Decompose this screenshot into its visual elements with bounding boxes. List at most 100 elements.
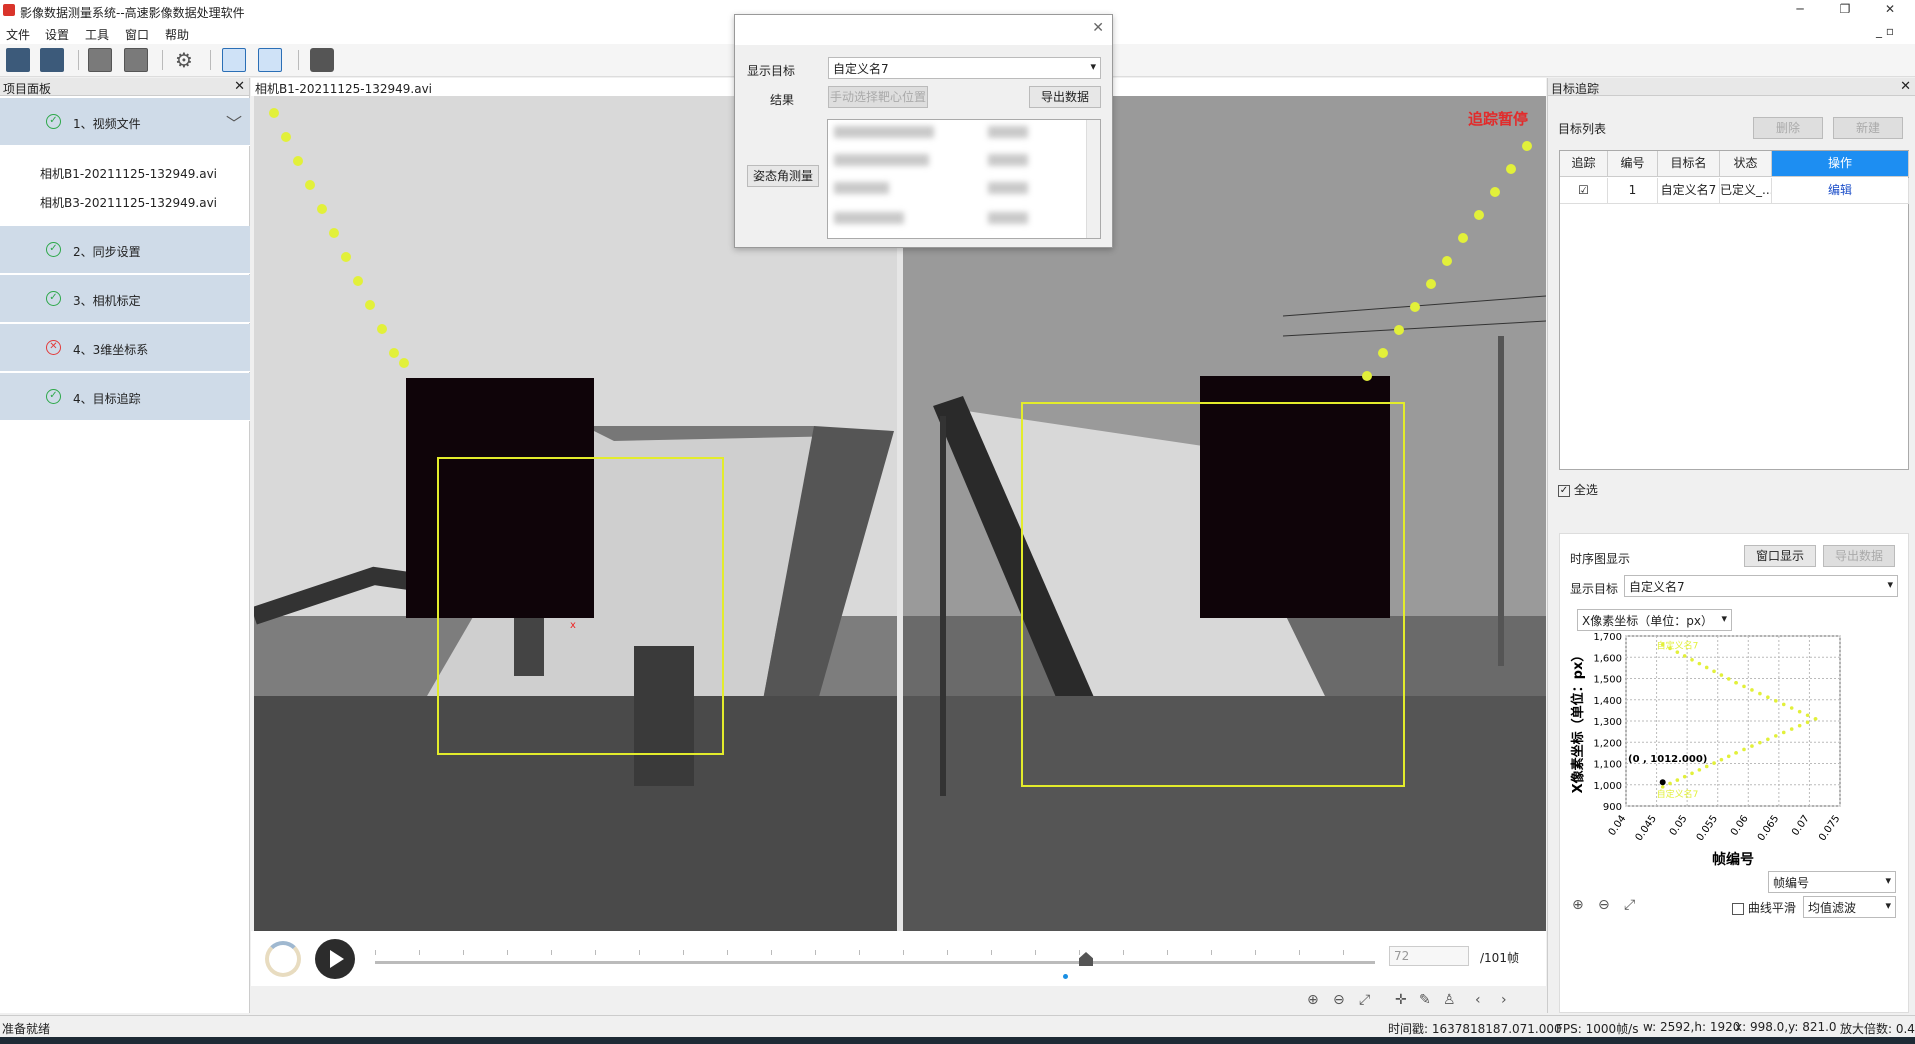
select-all-checkbox[interactable]: ✓ 全选 bbox=[1558, 481, 1598, 498]
menu-help[interactable]: 帮助 bbox=[165, 26, 189, 43]
close-icon[interactable]: ✕ bbox=[1092, 20, 1104, 36]
zoom-level: 放大倍数: 0.4 bbox=[1840, 1022, 1915, 1036]
slider-thumb[interactable] bbox=[1079, 952, 1093, 966]
column-header[interactable]: 操作 bbox=[1772, 151, 1909, 177]
edit-link[interactable]: 编辑 bbox=[1772, 178, 1909, 204]
table-cell: 1 bbox=[1608, 178, 1658, 204]
step-target-tracking[interactable]: ✓ 4、目标追踪 bbox=[0, 373, 250, 421]
zoom-in-icon[interactable]: ⊕ bbox=[1572, 897, 1584, 913]
fit-icon[interactable]: ⤢ bbox=[1624, 897, 1635, 913]
target-label: 显示目标 bbox=[747, 64, 796, 78]
window-title: 影像数据测量系统--高速影像数据处理软件 bbox=[20, 6, 245, 20]
chevron-down-icon[interactable]: ﹀ bbox=[226, 110, 242, 134]
series-point bbox=[1734, 751, 1738, 755]
series-point bbox=[1805, 720, 1810, 725]
target-tracking-panel: 目标追踪 ✕ 目标列表 删除 新建 追踪 编号 目标名 状态 操作 ☑ 1 自定… bbox=[1547, 78, 1915, 1013]
prev-icon[interactable]: ‹ bbox=[1475, 992, 1481, 1008]
brush-icon[interactable]: ✎ bbox=[1419, 992, 1431, 1008]
column-header[interactable]: 编号 bbox=[1608, 151, 1658, 177]
project-panel: 项目面板 ✕ ✓ 1、视频文件 ﹀ 相机B1-20211125-132949.a… bbox=[0, 78, 250, 1013]
step-video-files[interactable]: ✓ 1、视频文件 ﹀ bbox=[0, 98, 250, 146]
manual-select-button[interactable]: 手动选择靶心位置 bbox=[828, 86, 928, 108]
export-data-button[interactable]: 导出数据 bbox=[1029, 86, 1101, 108]
smooth-checkbox[interactable]: 曲线平滑 bbox=[1732, 899, 1796, 916]
close-button[interactable]: ✕ bbox=[1875, 2, 1905, 20]
step-camera-calibration[interactable]: ✓ 3、相机标定 bbox=[0, 275, 250, 323]
column-header[interactable]: 目标名 bbox=[1658, 151, 1720, 177]
error-icon: ✕ bbox=[46, 340, 61, 355]
gear-icon[interactable]: ⚙ bbox=[172, 48, 196, 72]
tracking-box[interactable] bbox=[437, 457, 724, 755]
next-icon[interactable]: › bbox=[1501, 992, 1507, 1008]
zoom-out-icon[interactable]: ⊖ bbox=[1598, 897, 1610, 913]
crosshair-icon[interactable]: ✛ bbox=[1395, 992, 1407, 1008]
step-label: 4、3维坐标系 bbox=[73, 343, 149, 357]
step-3d-coordinates[interactable]: ✕ 4、3维坐标系 bbox=[0, 324, 250, 372]
x-axis-select[interactable]: 帧编号 bbox=[1768, 871, 1896, 893]
target-label: 显示目标 bbox=[1570, 582, 1619, 596]
y-tick-label: 1,000 bbox=[1593, 781, 1622, 792]
target-select[interactable]: 自定义名7 bbox=[828, 57, 1101, 79]
menu-tools[interactable]: 工具 bbox=[85, 26, 109, 43]
table-cell: 已定义_... bbox=[1720, 178, 1772, 204]
menu-settings[interactable]: 设置 bbox=[45, 26, 69, 43]
new-button[interactable]: 新建 bbox=[1833, 117, 1903, 139]
series-point bbox=[1797, 723, 1802, 728]
result-label: 结果 bbox=[770, 93, 795, 107]
close-icon[interactable]: ✕ bbox=[1900, 79, 1911, 94]
frame-slider[interactable] bbox=[375, 961, 1375, 964]
menu-file[interactable]: 文件 bbox=[6, 26, 30, 43]
series-point bbox=[1750, 744, 1754, 748]
loading-spinner-icon bbox=[265, 941, 301, 977]
file-item[interactable]: 相机B1-20211125-132949.avi bbox=[40, 165, 217, 182]
x-tick-label: 0.075 bbox=[1817, 813, 1842, 843]
check-icon: ✓ bbox=[46, 389, 61, 404]
list-right-icon[interactable] bbox=[258, 48, 282, 72]
save-icon[interactable] bbox=[6, 48, 30, 72]
zoom-in-icon[interactable]: ⊕ bbox=[1307, 992, 1319, 1008]
file-item[interactable]: 相机B3-20211125-132949.avi bbox=[40, 194, 217, 211]
fit-icon[interactable]: ⤢ bbox=[1359, 992, 1370, 1008]
series-point bbox=[1758, 691, 1762, 696]
column-header[interactable]: 状态 bbox=[1720, 151, 1772, 177]
status-text: 准备就绪 bbox=[2, 1022, 51, 1036]
play-video-icon[interactable] bbox=[88, 48, 112, 72]
tracking-box[interactable] bbox=[1021, 402, 1405, 787]
play-button[interactable] bbox=[315, 939, 355, 979]
scrollbar[interactable] bbox=[1086, 120, 1100, 238]
close-icon[interactable]: ✕ bbox=[234, 79, 245, 94]
series-point bbox=[1726, 677, 1731, 681]
target-select[interactable]: 自定义名7 bbox=[1624, 575, 1898, 597]
axis-select[interactable]: X像素坐标（单位：px） bbox=[1577, 609, 1732, 631]
step-sync-settings[interactable]: ✓ 2、同步设置 bbox=[0, 226, 250, 274]
export-data-button[interactable]: 导出数据 bbox=[1823, 545, 1895, 567]
series-point bbox=[1682, 654, 1687, 658]
zoom-out-icon[interactable]: ⊖ bbox=[1333, 992, 1345, 1008]
result-list[interactable] bbox=[827, 119, 1101, 239]
restore-icon[interactable]: _ ▫ bbox=[1870, 24, 1900, 42]
track-checkbox[interactable]: ☑ bbox=[1560, 178, 1608, 204]
list-left-icon[interactable] bbox=[222, 48, 246, 72]
delete-button[interactable]: 删除 bbox=[1753, 117, 1823, 139]
minimize-button[interactable]: ─ bbox=[1785, 2, 1815, 20]
series-point bbox=[1682, 774, 1687, 779]
maximize-button[interactable]: ❐ bbox=[1830, 2, 1860, 20]
measure-dialog: ✕ 显示目标 自定义名7 结果 手动选择靶心位置 导出数据 姿态角测量 bbox=[734, 14, 1113, 248]
annotation-label: (0 , 1012.000) bbox=[1628, 754, 1707, 765]
step-label: 2、同步设置 bbox=[73, 245, 141, 259]
series-point bbox=[1789, 727, 1794, 731]
filter-select[interactable]: 均值滤波 bbox=[1803, 896, 1896, 918]
attitude-measure-button[interactable]: 姿态角测量 bbox=[747, 165, 819, 187]
stamp-icon[interactable]: ♙ bbox=[1443, 992, 1456, 1008]
frame-number-input[interactable]: 72 bbox=[1389, 946, 1469, 966]
save-as-icon[interactable] bbox=[40, 48, 64, 72]
menu-window[interactable]: 窗口 bbox=[125, 26, 149, 43]
waveform-icon[interactable] bbox=[310, 48, 334, 72]
column-header[interactable]: 追踪 bbox=[1560, 151, 1608, 177]
window-display-button[interactable]: 窗口显示 bbox=[1744, 545, 1816, 567]
target-table: 追踪 编号 目标名 状态 操作 ☑ 1 自定义名7 已定义_... 编辑 bbox=[1559, 150, 1909, 470]
taskbar-strip bbox=[0, 1037, 1915, 1044]
series-point bbox=[1719, 757, 1724, 762]
timeseries-chart[interactable]: 1,700 1,600 1,500 1,400 1,300 1,200 1,100 1,000… bbox=[1560, 632, 1910, 872]
play-all-icon[interactable] bbox=[124, 48, 148, 72]
